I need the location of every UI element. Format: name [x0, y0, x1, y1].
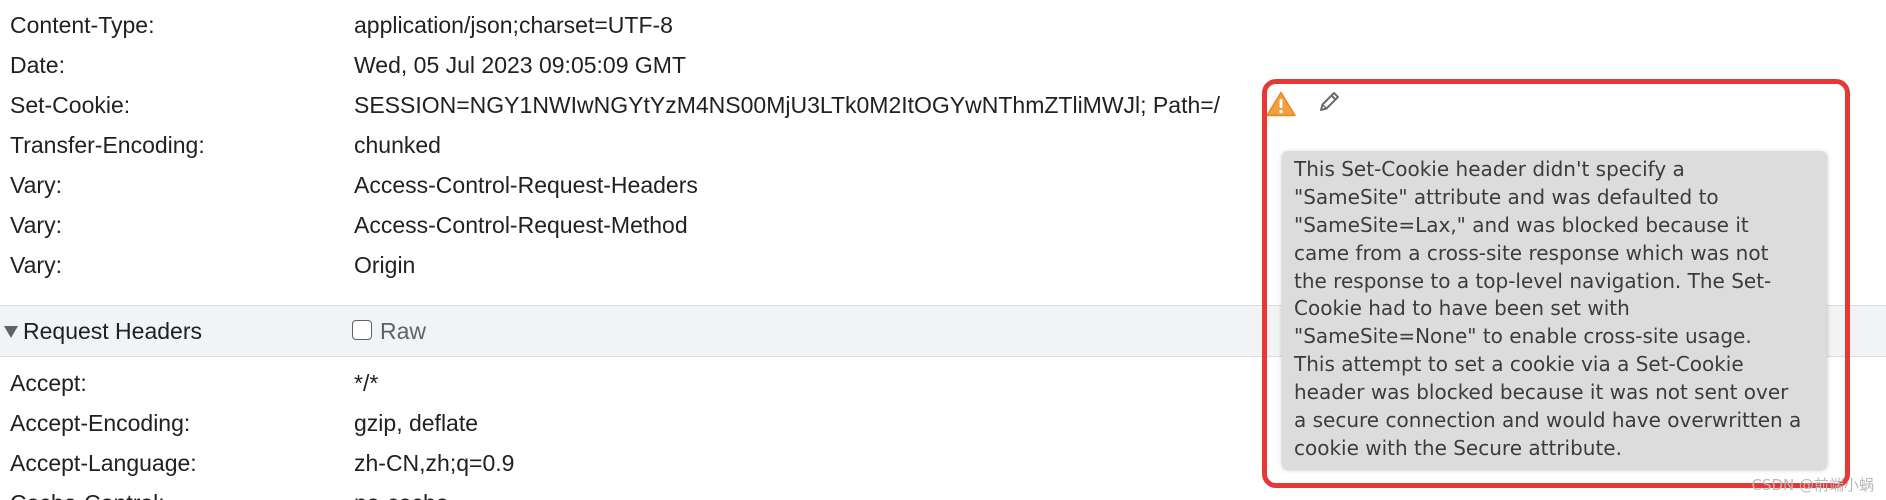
header-value: Access-Control-Request-Headers	[354, 172, 698, 198]
header-name: Vary:	[10, 252, 62, 278]
disclosure-triangle-icon[interactable]	[4, 326, 18, 338]
header-value: zh-CN,zh;q=0.9	[354, 450, 515, 476]
raw-checkbox-label[interactable]: Raw	[380, 306, 426, 356]
header-name: Cache-Control:	[10, 483, 165, 500]
header-value: Access-Control-Request-Method	[354, 212, 688, 238]
header-name: Vary:	[10, 172, 62, 198]
header-name: Date:	[10, 52, 65, 78]
header-value: Origin	[354, 252, 416, 278]
header-row: Content-Type: application/json;charset=U…	[0, 5, 1886, 45]
header-value: application/json;charset=UTF-8	[354, 12, 673, 38]
header-value: */*	[354, 370, 379, 396]
header-name: Accept-Encoding:	[10, 410, 191, 436]
header-name: Accept:	[10, 370, 87, 396]
header-name: Content-Type:	[10, 12, 155, 38]
header-value: no-cache	[354, 483, 449, 500]
header-value: SESSION=NGY1NWIwNGYtYzM4NS00MjU3LTk0M2It…	[354, 92, 1221, 118]
highlight-annotation-box	[1262, 79, 1850, 488]
header-name: Vary:	[10, 212, 62, 238]
header-value: chunked	[354, 132, 441, 158]
header-name: Transfer-Encoding:	[10, 132, 205, 158]
header-name: Set-Cookie:	[10, 92, 131, 118]
raw-checkbox[interactable]	[352, 320, 372, 340]
header-value: gzip, deflate	[354, 410, 479, 436]
header-name: Accept-Language:	[10, 450, 197, 476]
watermark: CSDN @前端小蜗	[1751, 476, 1874, 494]
header-value: Wed, 05 Jul 2023 09:05:09 GMT	[354, 52, 686, 78]
section-title[interactable]: Request Headers	[23, 306, 202, 356]
